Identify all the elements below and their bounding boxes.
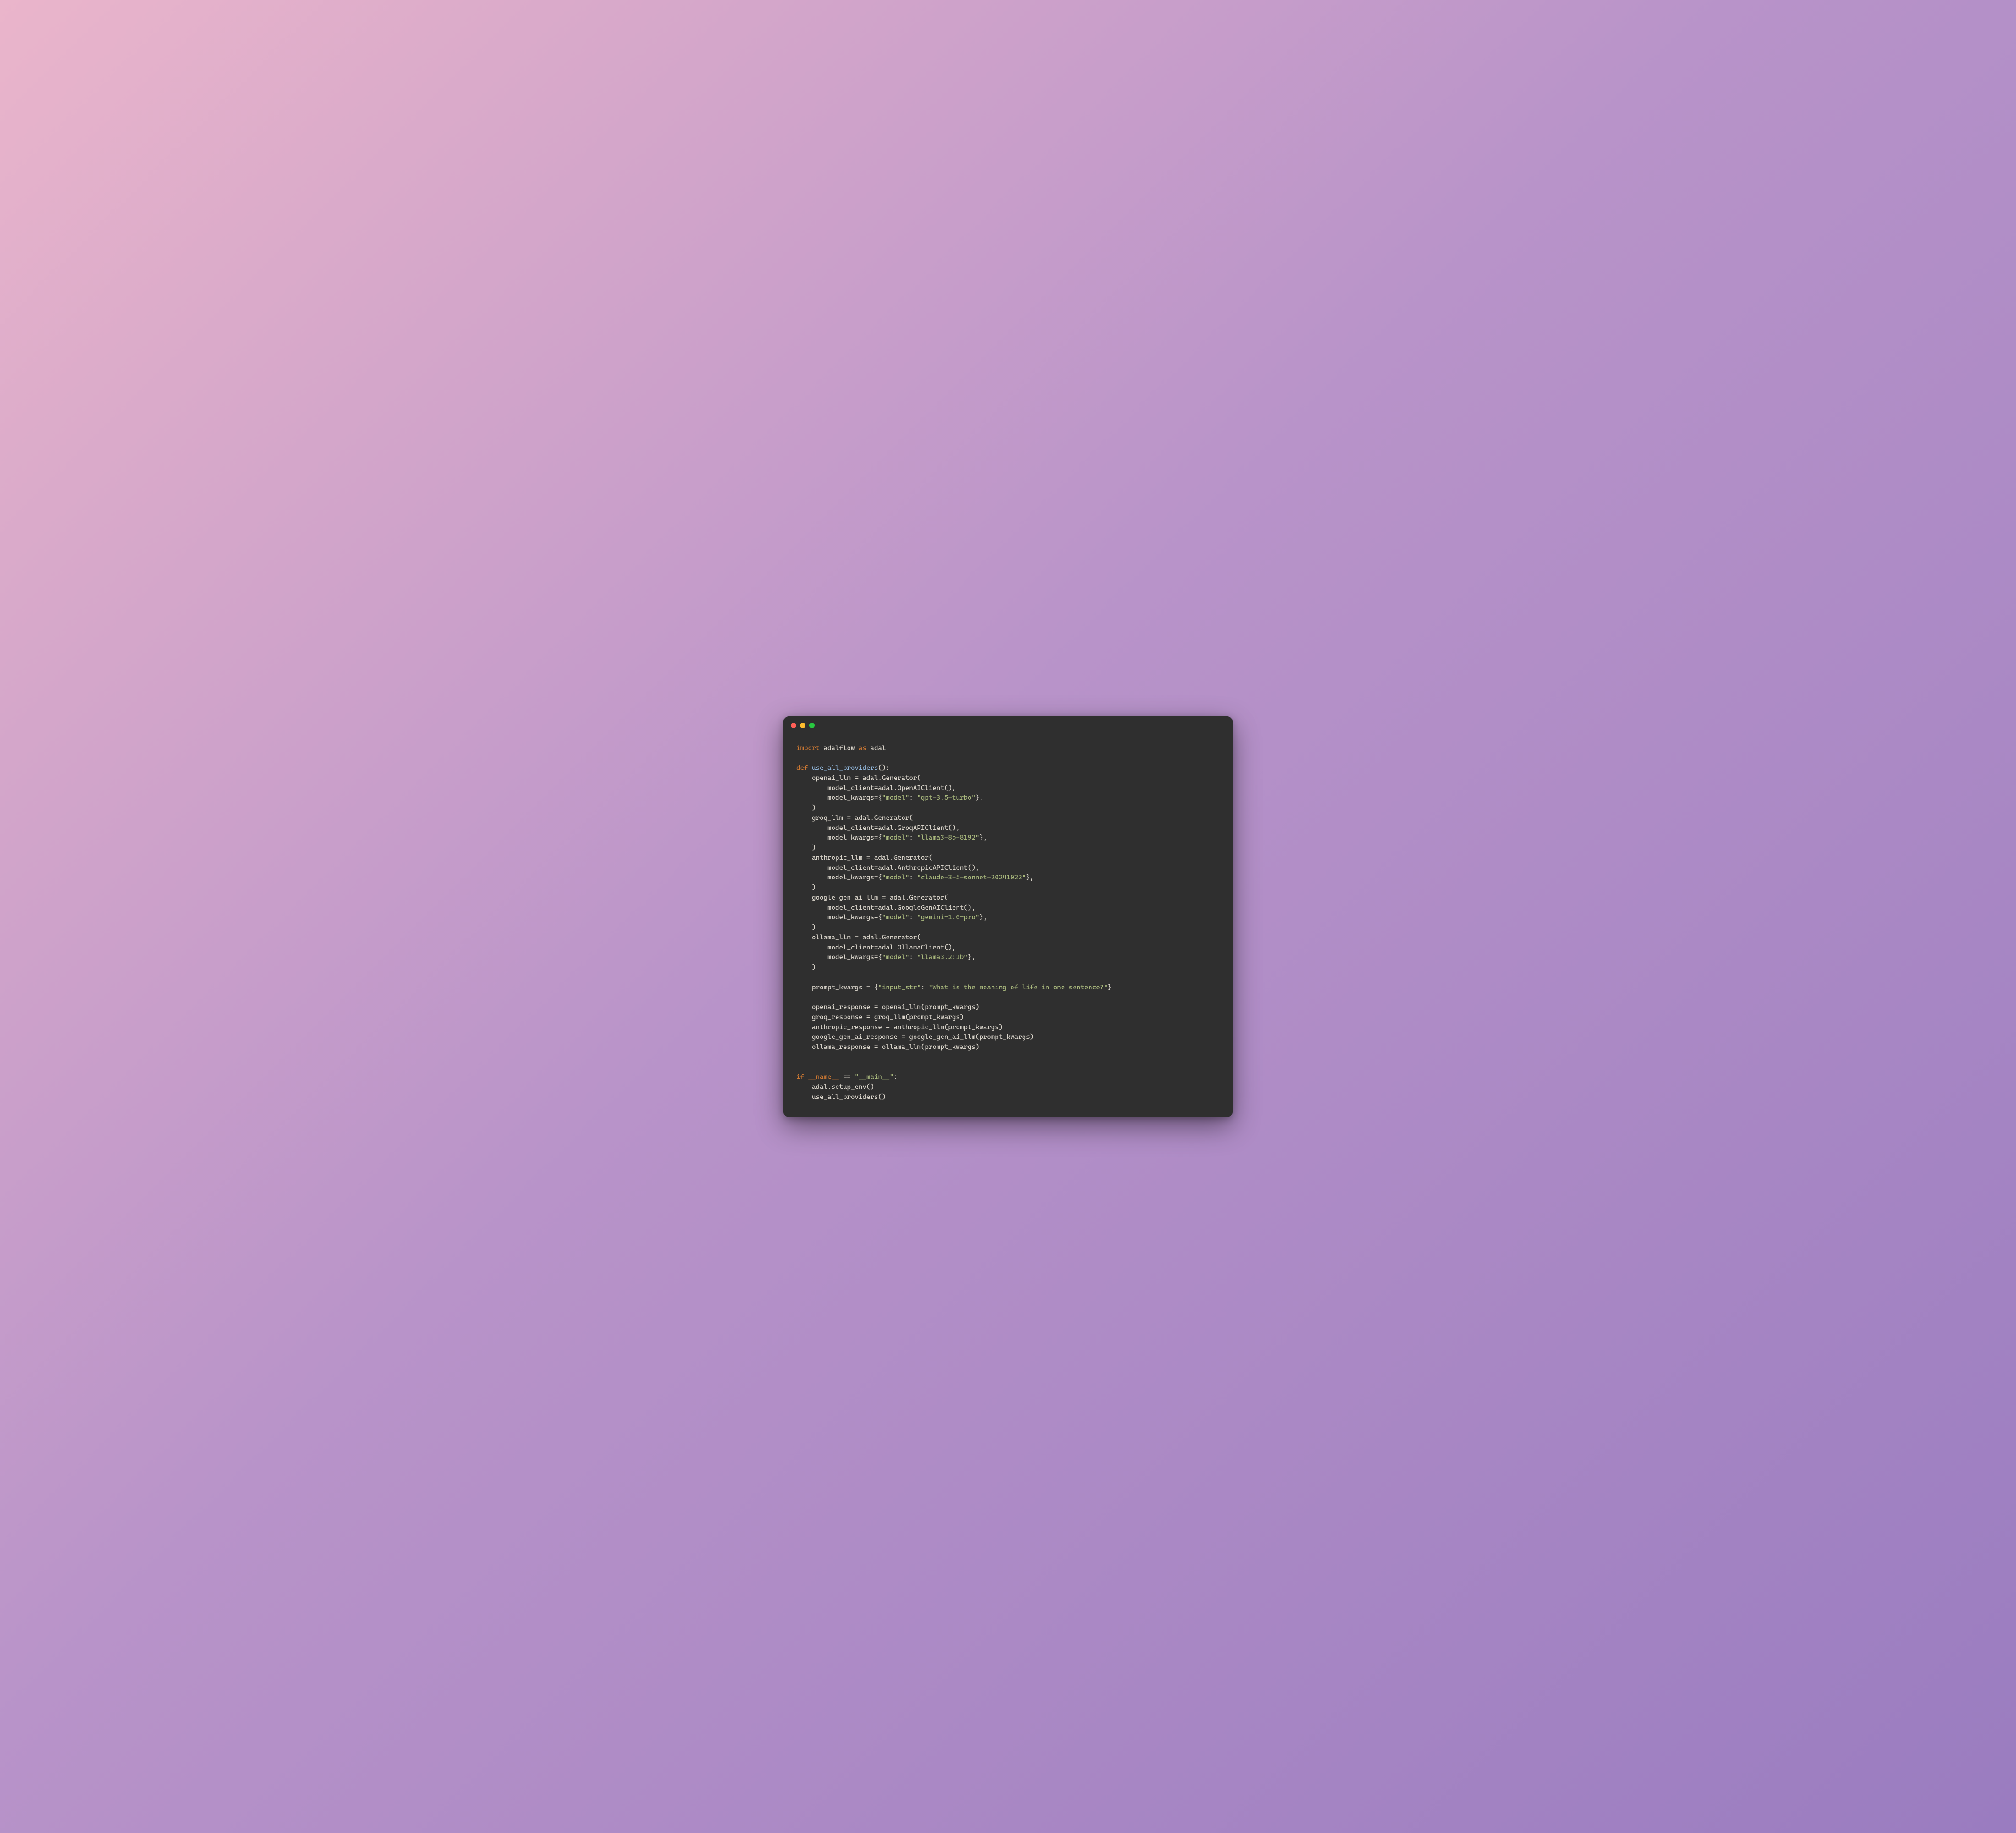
code-text: : bbox=[909, 794, 917, 801]
code-text: }, bbox=[975, 794, 983, 801]
code-text: ) bbox=[796, 964, 816, 971]
code-text: google_gen_ai_llm = adal.Generator( bbox=[796, 894, 948, 901]
code-text: model_client=adal.OllamaClient(), bbox=[796, 944, 956, 951]
code-text: ) bbox=[796, 924, 816, 931]
code-text: : bbox=[921, 984, 929, 991]
code-text: ) bbox=[796, 804, 816, 812]
module-alias: adal bbox=[866, 745, 886, 752]
close-icon[interactable] bbox=[791, 723, 796, 728]
minimize-icon[interactable] bbox=[800, 723, 805, 728]
code-text: model_client=adal.GroqAPIClient(), bbox=[796, 824, 960, 832]
code-text: } bbox=[1108, 984, 1112, 991]
code-text: : bbox=[909, 874, 917, 881]
keyword-if: if bbox=[796, 1073, 808, 1081]
function-name: use_all_providers bbox=[812, 764, 878, 772]
code-text: ) bbox=[796, 884, 816, 891]
module-name: adalflow bbox=[820, 745, 859, 752]
code-text: }, bbox=[979, 914, 987, 921]
code-text: openai_response = openai_llm(prompt_kwar… bbox=[796, 1004, 979, 1011]
maximize-icon[interactable] bbox=[809, 723, 815, 728]
string-literal: "model" bbox=[882, 794, 909, 801]
code-block: import adalflow as adal def use_all_prov… bbox=[783, 735, 1233, 1117]
code-text: anthropic_llm = adal.Generator( bbox=[796, 854, 932, 862]
code-text: ) bbox=[796, 844, 816, 851]
keyword-def: def bbox=[796, 764, 812, 772]
code-text: }, bbox=[979, 834, 987, 841]
code-text: ollama_llm = adal.Generator( bbox=[796, 934, 921, 941]
string-literal: "llama3.2:1b" bbox=[917, 954, 967, 961]
string-literal: "gpt-3.5-turbo" bbox=[917, 794, 975, 801]
string-literal: "What is the meaning of life in one sent… bbox=[929, 984, 1108, 991]
code-text: model_client=adal.OpenAIClient(), bbox=[796, 785, 956, 792]
code-text: openai_llm = adal.Generator( bbox=[796, 774, 921, 782]
code-text: model_client=adal.GoogleGenAIClient(), bbox=[796, 904, 975, 911]
keyword-import: import bbox=[796, 745, 820, 752]
code-text: }, bbox=[1026, 874, 1034, 881]
code-text: anthropic_response = anthropic_llm(promp… bbox=[796, 1024, 1003, 1031]
code-text: model_kwargs={ bbox=[796, 954, 882, 961]
string-literal: "__main__" bbox=[855, 1073, 893, 1081]
string-literal: "llama3-8b-8192" bbox=[917, 834, 979, 841]
string-literal: "model" bbox=[882, 914, 909, 921]
code-window: import adalflow as adal def use_all_prov… bbox=[783, 716, 1233, 1117]
window-titlebar bbox=[783, 716, 1233, 735]
dunder-name: __name__ bbox=[808, 1073, 839, 1081]
code-text: use_all_providers() bbox=[796, 1093, 886, 1101]
code-text: : bbox=[909, 914, 917, 921]
code-text: model_kwargs={ bbox=[796, 914, 882, 921]
code-text: (): bbox=[878, 764, 890, 772]
string-literal: "model" bbox=[882, 834, 909, 841]
code-text: model_client=adal.AnthropicAPIClient(), bbox=[796, 864, 979, 872]
code-text: : bbox=[909, 834, 917, 841]
code-text: google_gen_ai_response = google_gen_ai_l… bbox=[796, 1033, 1034, 1041]
string-literal: "claude-3-5-sonnet-20241022" bbox=[917, 874, 1026, 881]
string-literal: "input_str" bbox=[878, 984, 920, 991]
code-text: model_kwargs={ bbox=[796, 834, 882, 841]
string-literal: "gemini-1.0-pro" bbox=[917, 914, 979, 921]
code-text: model_kwargs={ bbox=[796, 794, 882, 801]
keyword-as: as bbox=[859, 745, 866, 752]
code-text: : bbox=[893, 1073, 898, 1081]
code-text: prompt_kwargs = { bbox=[796, 984, 878, 991]
code-text: : bbox=[909, 954, 917, 961]
string-literal: "model" bbox=[882, 954, 909, 961]
code-text: ollama_response = ollama_llm(prompt_kwar… bbox=[796, 1043, 979, 1051]
code-text: }, bbox=[968, 954, 975, 961]
code-text: groq_response = groq_llm(prompt_kwargs) bbox=[796, 1014, 964, 1021]
code-text: adal.setup_env() bbox=[796, 1083, 874, 1091]
code-text: model_kwargs={ bbox=[796, 874, 882, 881]
code-text: groq_llm = adal.Generator( bbox=[796, 814, 913, 822]
string-literal: "model" bbox=[882, 874, 909, 881]
code-text: == bbox=[839, 1073, 855, 1081]
